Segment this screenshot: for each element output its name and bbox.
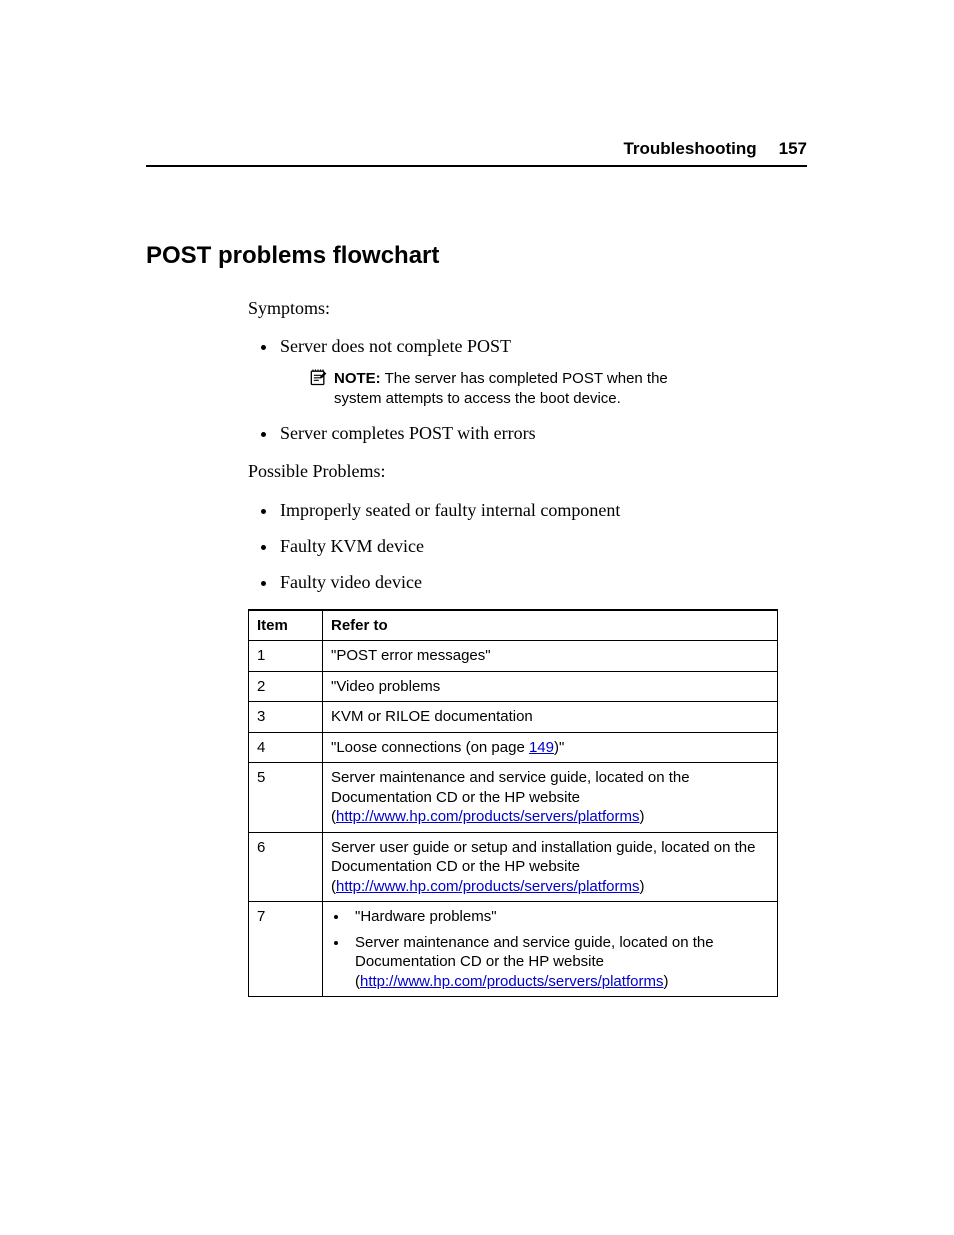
note-block: NOTE: The server has completed POST when… bbox=[308, 369, 688, 410]
refer-text-post: )" bbox=[554, 739, 564, 756]
note-text: The server has completed POST when the s… bbox=[334, 370, 668, 407]
problem-text: Faulty video device bbox=[280, 572, 422, 592]
symptoms-list: Server does not complete POST NOTE: The … bbox=[248, 334, 807, 445]
list-item: Server maintenance and service guide, lo… bbox=[349, 933, 769, 992]
header-section-label: Troubleshooting bbox=[623, 139, 756, 159]
list-item: Server completes POST with errors bbox=[278, 421, 807, 445]
cell-item: 6 bbox=[249, 832, 323, 902]
cell-item: 5 bbox=[249, 763, 323, 833]
list-item: Improperly seated or faulty internal com… bbox=[278, 498, 807, 522]
cell-refer: "POST error messages" bbox=[323, 641, 778, 672]
page-header: Troubleshooting 157 bbox=[623, 139, 807, 159]
cell-refer: Server user guide or setup and installat… bbox=[323, 832, 778, 902]
cell-bullet-list: "Hardware problems" Server maintenance a… bbox=[331, 907, 769, 991]
table-row: 6 Server user guide or setup and install… bbox=[249, 832, 778, 902]
problem-text: Faulty KVM device bbox=[280, 536, 424, 556]
note-label: NOTE: bbox=[334, 370, 381, 387]
symptom-text: Server does not complete POST bbox=[280, 336, 511, 356]
cell-item: 7 bbox=[249, 902, 323, 997]
refer-text-post: ) bbox=[639, 878, 644, 895]
refer-text-post: ) bbox=[663, 973, 668, 990]
table-row: 5 Server maintenance and service guide, … bbox=[249, 763, 778, 833]
note-icon bbox=[308, 367, 328, 387]
cell-refer: Server maintenance and service guide, lo… bbox=[323, 763, 778, 833]
header-rule: Troubleshooting 157 bbox=[146, 165, 807, 167]
list-item: Faulty KVM device bbox=[278, 534, 807, 558]
cell-item: 3 bbox=[249, 702, 323, 733]
cell-item: 1 bbox=[249, 641, 323, 672]
refer-text-post: ) bbox=[639, 808, 644, 825]
cell-refer: "Loose connections (on page 149)" bbox=[323, 732, 778, 763]
page-title: POST problems flowchart bbox=[146, 242, 807, 270]
problem-text: Improperly seated or faulty internal com… bbox=[280, 500, 620, 520]
table-header-row: Item Refer to bbox=[249, 610, 778, 641]
list-item: "Hardware problems" bbox=[349, 907, 769, 927]
refer-text-pre: "Loose connections (on page bbox=[331, 739, 529, 756]
table-row: 1 "POST error messages" bbox=[249, 641, 778, 672]
header-page-number: 157 bbox=[779, 139, 807, 159]
reference-table: Item Refer to 1 "POST error messages" 2 … bbox=[248, 609, 778, 998]
cell-refer: "Hardware problems" Server maintenance a… bbox=[323, 902, 778, 997]
symptoms-heading: Symptoms: bbox=[248, 296, 807, 320]
external-link[interactable]: http://www.hp.com/products/servers/platf… bbox=[360, 973, 663, 990]
table-header-refer: Refer to bbox=[323, 610, 778, 641]
table-row: 2 "Video problems bbox=[249, 671, 778, 702]
table-header-item: Item bbox=[249, 610, 323, 641]
external-link[interactable]: http://www.hp.com/products/servers/platf… bbox=[336, 808, 639, 825]
cell-refer: KVM or RILOE documentation bbox=[323, 702, 778, 733]
possible-problems-heading: Possible Problems: bbox=[248, 459, 807, 483]
refer-text: "Hardware problems" bbox=[355, 908, 497, 925]
table-row: 7 "Hardware problems" Server maintenance… bbox=[249, 902, 778, 997]
page-link[interactable]: 149 bbox=[529, 739, 554, 756]
cell-item: 2 bbox=[249, 671, 323, 702]
list-item: Faulty video device bbox=[278, 570, 807, 594]
possible-problems-list: Improperly seated or faulty internal com… bbox=[248, 498, 807, 595]
cell-item: 4 bbox=[249, 732, 323, 763]
external-link[interactable]: http://www.hp.com/products/servers/platf… bbox=[336, 878, 639, 895]
table-row: 3 KVM or RILOE documentation bbox=[249, 702, 778, 733]
table-row: 4 "Loose connections (on page 149)" bbox=[249, 732, 778, 763]
cell-refer: "Video problems bbox=[323, 671, 778, 702]
symptom-text: Server completes POST with errors bbox=[280, 423, 536, 443]
list-item: Server does not complete POST NOTE: The … bbox=[278, 334, 807, 409]
